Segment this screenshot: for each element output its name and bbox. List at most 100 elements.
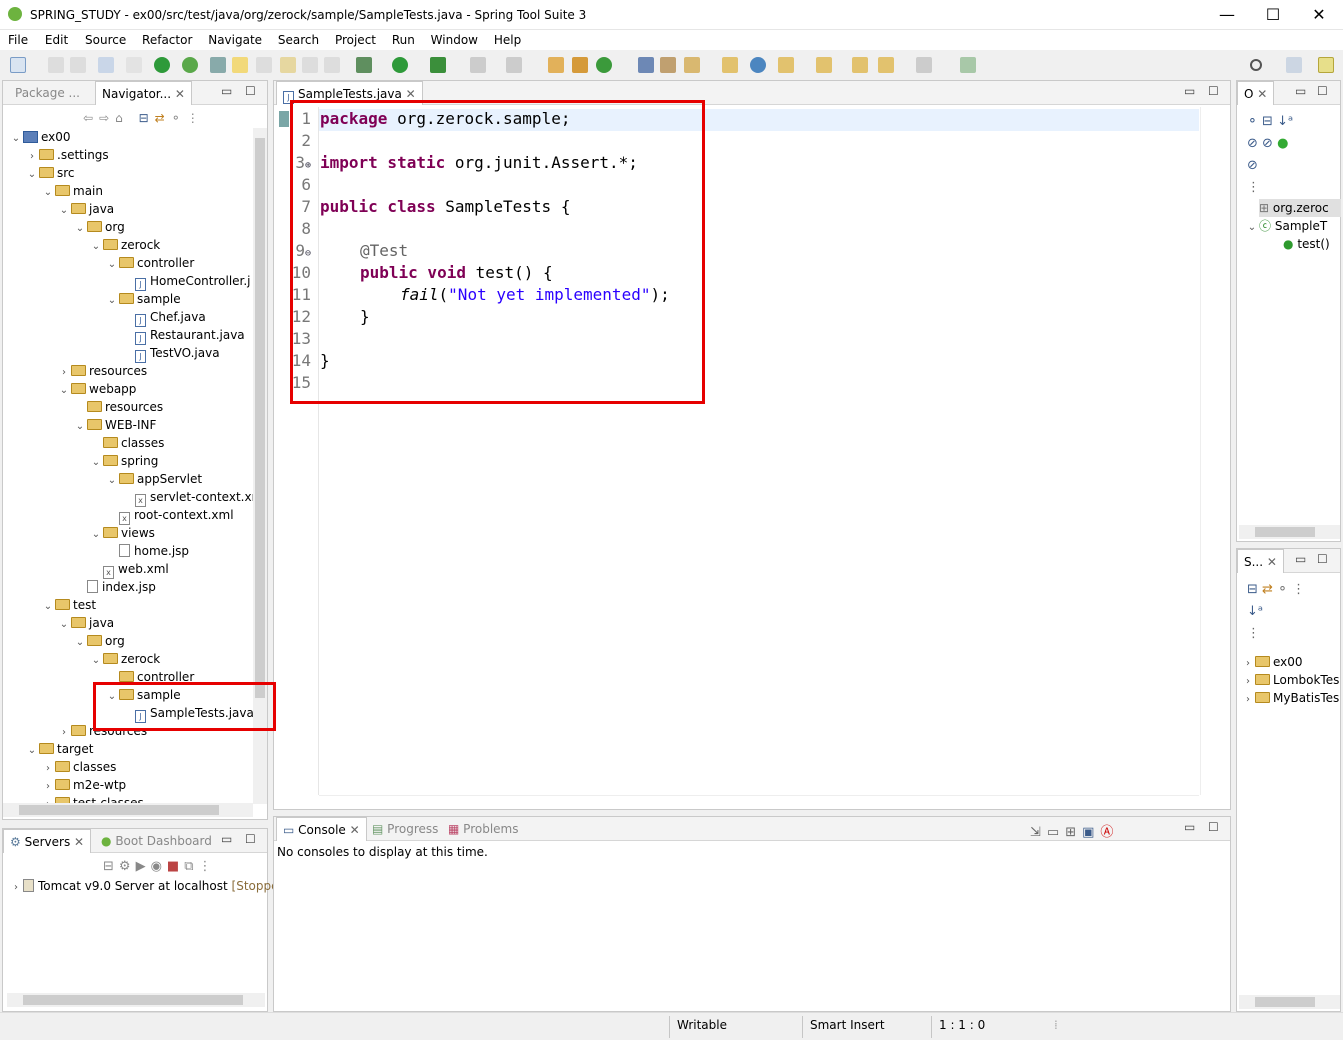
open-perspective-icon[interactable]	[1286, 57, 1302, 73]
debug-icon[interactable]	[356, 57, 372, 73]
highlight-icon[interactable]	[232, 57, 248, 73]
chevron-down-icon[interactable]: ⌄	[89, 454, 103, 472]
editor-hscroll[interactable]	[319, 795, 1199, 807]
chevron-down-icon[interactable]: ⌄	[73, 220, 87, 238]
chevron-down-icon[interactable]: ⌄	[57, 382, 71, 400]
outline-item[interactable]: ⌄ ⓒ SampleT	[1245, 217, 1327, 235]
chevron-down-icon[interactable]: ⌄	[9, 130, 23, 148]
pilcrow-icon[interactable]	[324, 57, 340, 73]
chevron-right-icon[interactable]: ›	[9, 879, 23, 897]
link-editor-icon[interactable]: ⇄	[155, 111, 171, 125]
menu-search[interactable]: Search	[278, 30, 319, 47]
open-task-icon[interactable]	[660, 57, 676, 73]
tree-item[interactable]: index.jsp	[73, 578, 156, 596]
tree-item[interactable]: ⌄ sample	[105, 290, 181, 308]
tree-item[interactable]: › .settings	[25, 146, 109, 164]
view-menu-icon[interactable]: ⋮	[199, 859, 217, 874]
toggle-icon[interactable]	[280, 57, 296, 73]
chevron-down-icon[interactable]: ⌄	[41, 598, 55, 616]
chevron-down-icon[interactable]: ⌄	[73, 418, 87, 436]
minimize-button[interactable]: —	[1204, 0, 1250, 30]
chevron-down-icon[interactable]: ⌄	[73, 634, 87, 652]
explorer-hscroll-thumb[interactable]	[1255, 997, 1315, 1007]
new-java-class-icon[interactable]	[596, 57, 612, 73]
tree-item[interactable]: ⌄ test	[41, 596, 96, 614]
tree-item[interactable]: › resources	[57, 362, 147, 380]
chevron-down-icon[interactable]: ⌄	[25, 166, 39, 184]
explorer-hscroll[interactable]	[1239, 995, 1340, 1009]
globe-icon[interactable]	[750, 57, 766, 73]
close-button[interactable]: ✕	[1296, 0, 1342, 30]
prev-annotation-icon[interactable]	[816, 57, 832, 73]
search-icon[interactable]	[1250, 59, 1262, 71]
tab-explorer[interactable]: S... ✕	[1237, 549, 1284, 573]
chevron-down-icon[interactable]: ⌄	[89, 526, 103, 544]
forward-icon[interactable]	[916, 57, 932, 73]
editor-vscroll[interactable]	[1200, 107, 1214, 795]
open-folder-icon[interactable]	[722, 57, 738, 73]
tree-item[interactable]: › classes	[41, 758, 116, 776]
explorer-item[interactable]: › ex00	[1241, 653, 1303, 671]
terminal-icon[interactable]	[98, 57, 114, 73]
menu-refactor[interactable]: Refactor	[142, 30, 192, 47]
tree-item[interactable]: J TestVO.java	[121, 344, 220, 363]
next-annotation-icon[interactable]	[778, 57, 794, 73]
tab-boot-dashboard[interactable]: ● Boot Dashboard	[95, 829, 218, 853]
filter-icon[interactable]	[210, 57, 226, 73]
tree-item[interactable]: x web.xml	[89, 560, 169, 579]
stop-server-icon[interactable]: ■	[167, 859, 184, 874]
view-menu-icon[interactable]: ⋮	[187, 111, 205, 125]
link-editor-icon[interactable]: ⇄	[1262, 582, 1273, 597]
menu-help[interactable]: Help	[494, 30, 521, 47]
spring-console-icon[interactable]: Ⓐ	[1100, 825, 1119, 840]
tree-item[interactable]: x servlet-context.xr	[121, 488, 253, 507]
explorer-item[interactable]: › MyBatisTes	[1241, 689, 1339, 707]
tab-package-explorer[interactable]: Package ...	[9, 81, 86, 105]
chevron-down-icon[interactable]: ⌄	[105, 472, 119, 490]
tab-problems[interactable]: ▦ Problems	[442, 817, 524, 841]
mark-icon[interactable]	[256, 57, 272, 73]
tree-item[interactable]: › m2e-wtp	[41, 776, 126, 794]
pin-icon[interactable]	[960, 57, 976, 73]
tree-item[interactable]: ⌄ org	[73, 632, 125, 650]
servers-hscroll-thumb[interactable]	[23, 995, 243, 1005]
outline-hscroll-thumb[interactable]	[1255, 527, 1315, 537]
run-icon[interactable]	[392, 57, 408, 73]
close-icon[interactable]: ✕	[1257, 87, 1267, 101]
hide-fields-icon[interactable]: ⚬	[1247, 114, 1258, 129]
new-package-icon[interactable]	[572, 57, 588, 73]
minimize-icon[interactable]: ▭	[221, 84, 232, 98]
tree-item[interactable]: ⌄ WEB-INF	[73, 416, 157, 436]
tree-item[interactable]: ⌄ java	[57, 200, 114, 218]
minimize-icon[interactable]: ▭	[1295, 552, 1306, 566]
tree-item[interactable]: ⌄ src	[25, 164, 75, 182]
chevron-down-icon[interactable]: ⌄	[1245, 219, 1259, 237]
debug-server-icon[interactable]: ⚙	[119, 859, 136, 874]
tab-outline[interactable]: O ✕	[1237, 81, 1275, 105]
tree-hscroll[interactable]	[3, 803, 253, 817]
skip-breakpoints-icon[interactable]	[126, 57, 142, 73]
local-types-icon[interactable]: ●	[1277, 136, 1288, 151]
tab-servers[interactable]: ⚙ Servers ✕	[3, 829, 92, 853]
maximize-icon[interactable]: ☐	[1208, 820, 1219, 834]
collapse-all-icon[interactable]: ⊟	[139, 111, 155, 125]
tree-item[interactable]: ⌄ zerock	[89, 236, 160, 254]
tree-item[interactable]: classes	[89, 434, 164, 452]
block-icon[interactable]	[302, 57, 318, 73]
chevron-down-icon[interactable]: ⌄	[41, 184, 55, 202]
sort-icon[interactable]: ↓ᵃ	[1277, 114, 1293, 129]
tree-item[interactable]: ⌄ main	[41, 182, 103, 200]
profile-server-icon[interactable]: ◉	[151, 859, 167, 874]
link-icon[interactable]: ⊘	[1247, 158, 1258, 173]
boot-icon[interactable]	[154, 57, 170, 73]
display-console-icon[interactable]: ▭	[1047, 825, 1065, 840]
maximize-icon[interactable]: ☐	[245, 832, 256, 846]
home-nav-icon[interactable]: ⌂	[115, 111, 129, 125]
tree-item[interactable]: x root-context.xml	[105, 506, 234, 525]
menu-edit[interactable]: Edit	[45, 30, 68, 47]
chevron-down-icon[interactable]: ⌄	[57, 202, 71, 220]
chevron-down-icon[interactable]: ⌄	[105, 256, 119, 274]
tab-console[interactable]: ▭ Console ✕	[276, 817, 367, 841]
new-console-icon[interactable]: ⊞	[1065, 825, 1082, 840]
maximize-icon[interactable]: ☐	[1317, 84, 1328, 98]
